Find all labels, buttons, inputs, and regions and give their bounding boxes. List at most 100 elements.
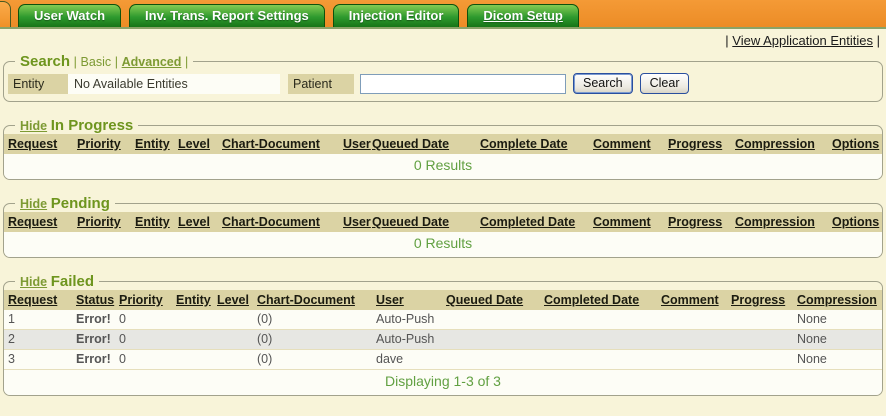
patient-search-input[interactable] <box>360 74 566 94</box>
table-cell: Error! <box>72 310 115 330</box>
advanced-mode-link[interactable]: Advanced <box>122 55 182 69</box>
column-header-completed-date[interactable]: Completed Date <box>544 293 639 307</box>
column-header-chart-document[interactable]: Chart-Document <box>222 215 320 229</box>
column-header-user[interactable]: User <box>343 137 371 151</box>
in-progress-table: Request Priority Entity Level Chart-Document… <box>4 134 882 154</box>
column-header-cell: Progress <box>664 134 731 154</box>
column-header-level[interactable]: Level <box>178 215 210 229</box>
table-cell <box>657 350 727 370</box>
table-cell: Error! <box>72 350 115 370</box>
column-header-cell: Queued Date <box>368 212 476 232</box>
column-header-cell: Options <box>828 212 882 232</box>
column-header-queued-date[interactable]: Queued Date <box>446 293 523 307</box>
tab-user-watch[interactable]: User Watch <box>18 4 121 27</box>
view-application-entities-link[interactable]: View Application Entities <box>732 33 873 48</box>
column-header-entity[interactable]: Entity <box>135 137 170 151</box>
table-cell <box>442 310 540 330</box>
column-header-cell: Request <box>4 134 73 154</box>
column-header-options[interactable]: Options <box>832 137 879 151</box>
column-header-queued-date[interactable]: Queued Date <box>372 137 449 151</box>
column-header-status[interactable]: Status <box>76 293 114 307</box>
column-header-comment[interactable]: Comment <box>661 293 719 307</box>
table-cell <box>657 330 727 350</box>
column-header-level[interactable]: Level <box>178 137 210 151</box>
column-header-compression[interactable]: Compression <box>735 215 815 229</box>
column-header-cell: Completed Date <box>540 290 657 310</box>
column-header-cell: Level <box>174 134 218 154</box>
column-header-level[interactable]: Level <box>217 293 249 307</box>
column-header-comment[interactable]: Comment <box>593 137 651 151</box>
pending-empty-state: 0 Results <box>4 232 882 257</box>
table-cell: (0) <box>253 350 372 370</box>
column-header-cell: Level <box>174 212 218 232</box>
column-header-request[interactable]: Request <box>8 137 57 151</box>
column-header-progress[interactable]: Progress <box>731 293 785 307</box>
column-header-cell: User <box>372 290 442 310</box>
search-form-row: Entity No Available Entities Patient Sea… <box>4 70 882 101</box>
column-header-request[interactable]: Request <box>8 293 57 307</box>
patient-label: Patient <box>288 74 354 94</box>
failed-section: Hide Failed RequestStatusPriorityEntityL… <box>3 273 883 396</box>
column-header-entity[interactable]: Entity <box>176 293 211 307</box>
table-cell <box>213 310 253 330</box>
column-header-progress[interactable]: Progress <box>668 215 722 229</box>
column-header-cell: Progress <box>664 212 731 232</box>
column-header-cell: Comment <box>589 134 664 154</box>
column-header-progress[interactable]: Progress <box>668 137 722 151</box>
table-cell: Auto-Push <box>372 330 442 350</box>
table-cell: 0 <box>115 330 172 350</box>
table-cell: None <box>793 350 882 370</box>
column-header-cell: Priority <box>73 212 131 232</box>
column-header-user[interactable]: User <box>376 293 404 307</box>
column-header-compression[interactable]: Compression <box>735 137 815 151</box>
column-header-entity[interactable]: Entity <box>135 215 170 229</box>
pipe-separator: | <box>877 33 880 48</box>
column-header-chart-document[interactable]: Chart-Document <box>257 293 355 307</box>
column-header-cell: Priority <box>115 290 172 310</box>
column-header-priority[interactable]: Priority <box>77 137 121 151</box>
hide-pending-link[interactable]: Hide <box>20 197 47 211</box>
table-cell: 0 <box>115 350 172 370</box>
partial-tab-fragment <box>0 1 11 27</box>
hide-in-progress-link[interactable]: Hide <box>20 119 47 133</box>
table-cell <box>442 330 540 350</box>
search-legend: Search | Basic | Advanced | <box>15 53 193 70</box>
column-header-completed-date[interactable]: Completed Date <box>480 215 575 229</box>
column-header-comment[interactable]: Comment <box>593 215 651 229</box>
column-header-cell: Compression <box>731 212 828 232</box>
column-header-cell: Request <box>4 290 72 310</box>
entity-label: Entity <box>8 74 68 94</box>
table-cell <box>540 350 657 370</box>
pipe-separator: | <box>74 55 77 69</box>
column-header-complete-date[interactable]: Complete Date <box>480 137 568 151</box>
column-header-cell: Entity <box>172 290 213 310</box>
column-header-cell: Entity <box>131 212 174 232</box>
table-cell: 0 <box>115 310 172 330</box>
clear-button[interactable]: Clear <box>640 73 690 94</box>
hide-failed-link[interactable]: Hide <box>20 275 47 289</box>
in-progress-legend: Hide In Progress <box>15 117 138 134</box>
failed-table: Request Status Priority Entity Level Chart-Do… <box>4 290 882 370</box>
column-header-cell: Complete Date <box>476 134 589 154</box>
tab-dicom-setup[interactable]: Dicom Setup <box>467 4 578 27</box>
column-header-chart-document[interactable]: Chart-Document <box>222 137 320 151</box>
column-header-request[interactable]: Request <box>8 215 57 229</box>
table-cell <box>172 330 213 350</box>
column-header-priority[interactable]: Priority <box>77 215 121 229</box>
tab-injection-editor[interactable]: Injection Editor <box>333 4 460 27</box>
pipe-separator: | <box>185 55 188 69</box>
column-header-user[interactable]: User <box>343 215 371 229</box>
entity-value: No Available Entities <box>68 74 280 94</box>
column-header-cell: Request <box>4 212 73 232</box>
column-header-compression[interactable]: Compression <box>797 293 877 307</box>
search-section: Search | Basic | Advanced | Entity No Av… <box>3 53 883 102</box>
column-header-priority[interactable]: Priority <box>119 293 163 307</box>
column-header-options[interactable]: Options <box>832 215 879 229</box>
header-link-row: | View Application Entities | <box>0 29 886 50</box>
in-progress-empty-state: 0 Results <box>4 154 882 179</box>
basic-mode-label: Basic <box>81 55 112 69</box>
tab-inv-trans-report-settings[interactable]: Inv. Trans. Report Settings <box>129 4 325 27</box>
search-button[interactable]: Search <box>573 73 633 94</box>
table-cell <box>172 310 213 330</box>
column-header-queued-date[interactable]: Queued Date <box>372 215 449 229</box>
